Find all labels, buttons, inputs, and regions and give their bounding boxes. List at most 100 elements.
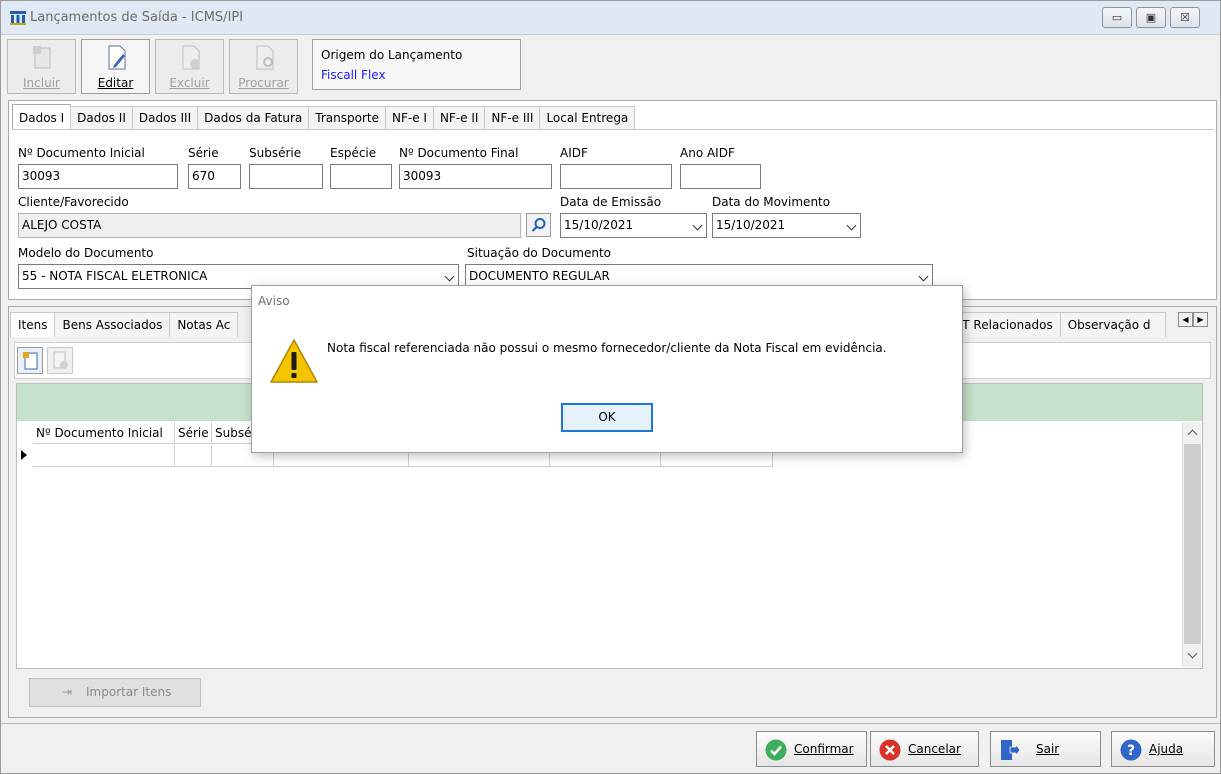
ano-aidf-label: Ano AIDF bbox=[680, 146, 735, 160]
especie-input[interactable] bbox=[330, 164, 392, 189]
incluir-label: Incluir bbox=[23, 76, 60, 90]
delete-document-icon bbox=[53, 351, 68, 369]
sair-button[interactable]: Sair bbox=[990, 731, 1101, 767]
close-button[interactable]: ☒ bbox=[1170, 7, 1200, 28]
ok-button[interactable]: OK bbox=[561, 403, 653, 432]
tab-nfe-iii[interactable]: NF-e III bbox=[484, 106, 541, 130]
tab-local-entrega[interactable]: Local Entrega bbox=[539, 106, 636, 130]
cliente-search-button[interactable] bbox=[526, 213, 551, 237]
chevron-down-icon bbox=[918, 271, 929, 282]
excluir-label: Excluir bbox=[169, 76, 210, 90]
chevron-down-icon bbox=[846, 220, 857, 231]
cancelar-button[interactable]: Cancelar bbox=[870, 731, 979, 767]
cliente-input[interactable]: ALEJO COSTA bbox=[18, 213, 521, 238]
serie-input[interactable]: 670 bbox=[188, 164, 241, 189]
doc-final-input[interactable]: 30093 bbox=[399, 164, 552, 189]
current-row-indicator bbox=[21, 450, 27, 460]
exit-icon bbox=[1001, 740, 1021, 760]
serie-label: Série bbox=[188, 146, 219, 160]
editar-icon bbox=[108, 45, 126, 70]
app-icon bbox=[10, 11, 26, 25]
tab-scroll-right-icon[interactable]: ▶ bbox=[1193, 312, 1208, 327]
tab-bens-associados[interactable]: Bens Associados bbox=[54, 312, 171, 337]
ajuda-label: Ajuda bbox=[1149, 742, 1184, 756]
scroll-up-icon[interactable] bbox=[1187, 429, 1198, 440]
svg-text:?: ? bbox=[1127, 743, 1135, 759]
data-emissao-value: 15/10/2021 bbox=[564, 218, 634, 232]
bottom-divider bbox=[1, 723, 1220, 724]
subserie-label: Subsérie bbox=[249, 146, 302, 160]
tab-nfe-ii[interactable]: NF-e II bbox=[432, 106, 486, 130]
ano-aidf-input[interactable] bbox=[680, 164, 761, 189]
chevron-down-icon bbox=[692, 220, 703, 231]
add-document-icon bbox=[23, 352, 38, 370]
subserie-input[interactable] bbox=[249, 164, 323, 189]
search-icon bbox=[531, 218, 546, 232]
procurar-label: Procurar bbox=[238, 76, 289, 90]
tab-scroll-left-icon[interactable]: ◀ bbox=[1178, 312, 1193, 327]
situacao-value: DOCUMENTO REGULAR bbox=[469, 269, 610, 283]
importar-itens-button[interactable]: ⇥ Importar Itens bbox=[29, 678, 201, 707]
origem-box: Origem do Lançamento Fiscall Flex bbox=[312, 39, 521, 90]
tab-dados-iii[interactable]: Dados III bbox=[131, 106, 199, 130]
cliente-label: Cliente/Favorecido bbox=[18, 195, 129, 209]
modelo-label: Modelo do Documento bbox=[18, 246, 154, 260]
aidf-input[interactable] bbox=[560, 164, 672, 189]
cell[interactable] bbox=[175, 445, 212, 467]
tab-transporte[interactable]: Transporte bbox=[308, 106, 386, 130]
vertical-scrollbar[interactable] bbox=[1182, 422, 1201, 667]
tab-dados-fatura[interactable]: Dados da Fatura bbox=[197, 106, 310, 130]
doc-inicial-input[interactable]: 30093 bbox=[18, 164, 178, 189]
ajuda-button[interactable]: ? Ajuda bbox=[1111, 731, 1215, 767]
tab-notas[interactable]: Notas Ac bbox=[169, 312, 239, 337]
especie-label: Espécie bbox=[330, 146, 377, 160]
excluir-button[interactable]: Excluir bbox=[155, 39, 224, 94]
data-movimento-picker[interactable]: 15/10/2021 bbox=[712, 213, 861, 238]
editar-button[interactable]: Editar bbox=[81, 39, 150, 94]
lower-tabs-right: AT Relacionados Observação d bbox=[947, 312, 1166, 337]
tab-nfe-i[interactable]: NF-e I bbox=[384, 106, 434, 130]
scroll-thumb[interactable] bbox=[1184, 444, 1201, 644]
procurar-icon bbox=[256, 45, 274, 70]
tab-scroll-arrows: ◀ ▶ bbox=[1178, 312, 1208, 327]
aviso-dialog: Aviso Nota fiscal referenciada não possu… bbox=[251, 285, 963, 453]
warning-icon bbox=[270, 339, 318, 383]
check-icon bbox=[765, 739, 787, 761]
tab-dados-i[interactable]: Dados I bbox=[12, 104, 72, 130]
data-emissao-label: Data de Emissão bbox=[560, 195, 662, 209]
help-icon: ? bbox=[1120, 739, 1142, 761]
cell[interactable] bbox=[33, 445, 175, 467]
minimize-button[interactable]: ▭ bbox=[1102, 7, 1132, 28]
form-tabs: Dados I Dados II Dados III Dados da Fatu… bbox=[12, 104, 636, 130]
lower-tabs: Itens Bens Associados Notas Ac bbox=[10, 312, 239, 337]
x-icon bbox=[879, 739, 901, 761]
import-arrow-icon: ⇥ bbox=[62, 685, 73, 699]
excluir-icon bbox=[182, 45, 200, 70]
sair-label: Sair bbox=[1036, 742, 1060, 756]
remove-item-button[interactable] bbox=[47, 347, 73, 374]
cancelar-label: Cancelar bbox=[908, 742, 961, 756]
modelo-value: 55 - NOTA FISCAL ELETRONICA bbox=[22, 269, 208, 283]
tab-itens[interactable]: Itens bbox=[10, 312, 56, 337]
origem-title: Origem do Lançamento bbox=[321, 48, 463, 62]
maximize-button[interactable]: ▣ bbox=[1136, 7, 1166, 28]
aidf-label: AIDF bbox=[560, 146, 588, 160]
chevron-down-icon bbox=[444, 271, 455, 282]
procurar-button[interactable]: Procurar bbox=[229, 39, 298, 94]
data-emissao-picker[interactable]: 15/10/2021 bbox=[560, 213, 707, 238]
data-movimento-label: Data do Movimento bbox=[712, 195, 831, 209]
incluir-icon bbox=[33, 46, 51, 69]
doc-inicial-label: Nº Documento Inicial bbox=[18, 146, 145, 160]
data-movimento-value: 15/10/2021 bbox=[716, 218, 786, 232]
add-item-button[interactable] bbox=[17, 347, 43, 374]
column-serie[interactable]: Série bbox=[175, 422, 212, 444]
origem-value: Fiscall Flex bbox=[321, 68, 386, 82]
tab-dados-ii[interactable]: Dados II bbox=[70, 106, 133, 130]
tab-at-relacionados[interactable]: AT Relacionados bbox=[947, 312, 1061, 337]
column-doc-inicial[interactable]: Nº Documento Inicial bbox=[33, 422, 175, 444]
incluir-button[interactable]: Incluir bbox=[7, 39, 76, 94]
tab-observacao[interactable]: Observação d bbox=[1059, 312, 1166, 337]
confirmar-button[interactable]: Confirmar bbox=[756, 731, 867, 767]
scroll-down-icon[interactable] bbox=[1187, 648, 1198, 659]
dialog-title: Aviso bbox=[258, 294, 290, 308]
